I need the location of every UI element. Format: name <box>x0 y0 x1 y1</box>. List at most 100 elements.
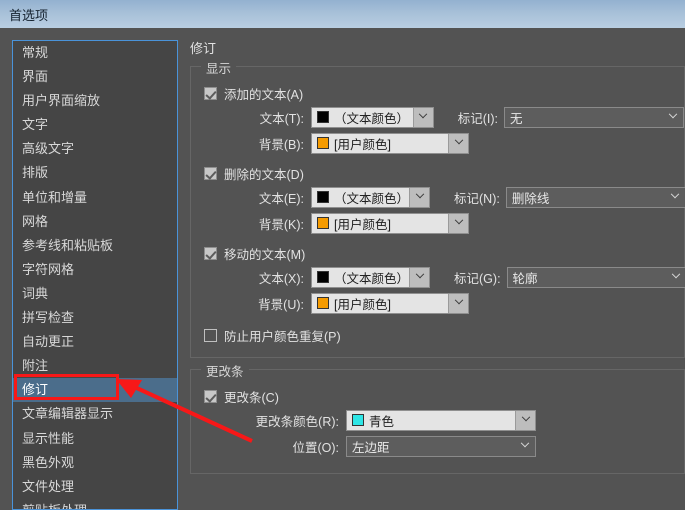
dropdown-change-bar-position-value: 左边距 <box>352 440 390 455</box>
preferences-category-list[interactable]: 常规 界面 用户界面缩放 文字 高级文字 排版 单位和增量 网格 参考线和粘贴板 字符网格 词典 拼写… <box>12 40 178 510</box>
label-added-mark: 标记(I): <box>457 111 498 126</box>
chevron-down-icon[interactable] <box>409 267 430 287</box>
chevron-down-icon[interactable] <box>666 268 685 287</box>
dropdown-moved-bg-color[interactable]: [用户颜色] <box>311 292 469 314</box>
label-deleted-mark: 标记(N): <box>454 191 500 206</box>
label-moved-bg-color: 背景(U): <box>258 297 304 312</box>
field-row-deleted-mark: 标记(N): 删除线 <box>454 186 685 208</box>
sidebar-item[interactable]: 高级文字 <box>13 137 177 161</box>
sidebar-item[interactable]: 显示性能 <box>13 427 177 451</box>
dropdown-deleted-text-color[interactable]: （文本颜色） <box>311 186 431 208</box>
sidebar-item[interactable]: 词典 <box>13 282 177 306</box>
checkbox-row-change-bar[interactable]: 更改条(C) <box>191 386 684 406</box>
group-display: 显示 添加的文本(A) 文本(T): （文本颜色） 标记(I): 无 背景(B)… <box>190 58 685 358</box>
sidebar-item[interactable]: 文章编辑器显示 <box>13 402 177 426</box>
label-change-bar-position: 位置(O): <box>292 440 339 455</box>
window-title-bar: 首选项 <box>0 0 685 28</box>
dropdown-moved-mark[interactable]: 轮廓 <box>506 266 685 288</box>
checkbox-row-added-text[interactable]: 添加的文本(A) <box>191 83 684 103</box>
field-row-deleted-bg-color: 背景(K): [用户颜色] <box>191 212 684 234</box>
dropdown-added-bg-color-value: [用户颜色] <box>334 137 391 152</box>
chevron-down-icon[interactable] <box>448 133 468 153</box>
window-title: 首选项 <box>9 8 49 23</box>
chevron-down-icon[interactable] <box>409 187 430 207</box>
chevron-down-icon[interactable] <box>515 410 535 430</box>
label-added-bg-color: 背景(B): <box>258 137 304 152</box>
dropdown-deleted-text-color-value: （文本颜色） <box>334 191 410 206</box>
swatch-deleted-bg-color <box>317 217 329 229</box>
checkbox-moved-text[interactable] <box>204 246 217 260</box>
preferences-main-panel: 修订 显示 添加的文本(A) 文本(T): （文本颜色） 标记(I): 无 背景… <box>190 38 685 510</box>
checkbox-added-text-label: 添加的文本(A) <box>224 87 304 102</box>
swatch-moved-bg-color <box>317 297 329 309</box>
checkbox-deleted-text[interactable] <box>204 166 217 180</box>
checkbox-added-text[interactable] <box>204 86 217 100</box>
checkbox-row-prevent-duplicate-colors[interactable]: 防止用户颜色重复(P) <box>191 325 684 345</box>
chevron-down-icon[interactable] <box>412 107 433 127</box>
field-row-added-bg-color: 背景(B): [用户颜色] <box>191 132 684 154</box>
dropdown-change-bar-color[interactable]: 青色 <box>346 409 536 431</box>
dropdown-change-bar-color-value: 青色 <box>369 414 395 429</box>
group-change-bar: 更改条 更改条(C) 更改条颜色(R): 青色 位置(O): 左边距 <box>190 361 685 474</box>
sidebar-item[interactable]: 参考线和粘贴板 <box>13 234 177 258</box>
field-row-moved-mark: 标记(G): 轮廓 <box>454 266 685 288</box>
page-title: 修订 <box>190 41 217 56</box>
field-row-moved-text-color: 文本(X): （文本颜色） 标记(G): 轮廓 <box>191 266 685 288</box>
sidebar-item[interactable]: 剪贴板处理 <box>13 499 177 509</box>
field-row-change-bar-position: 位置(O): 左边距 <box>191 435 684 457</box>
checkbox-moved-text-label: 移动的文本(M) <box>224 247 306 262</box>
sidebar-item[interactable]: 拼写检查 <box>13 306 177 330</box>
dropdown-deleted-mark[interactable]: 删除线 <box>505 186 685 208</box>
dropdown-moved-bg-color-value: [用户颜色] <box>334 297 391 312</box>
chevron-down-icon[interactable] <box>448 213 468 233</box>
dropdown-added-mark[interactable]: 无 <box>504 106 684 128</box>
sidebar-item[interactable]: 文字 <box>13 113 177 137</box>
label-moved-mark: 标记(G): <box>454 271 501 286</box>
sidebar-item[interactable]: 字符网格 <box>13 258 177 282</box>
group-display-legend: 显示 <box>201 58 237 77</box>
chevron-down-icon[interactable] <box>515 437 535 456</box>
label-change-bar-color: 更改条颜色(R): <box>255 414 339 429</box>
sidebar-item[interactable]: 常规 <box>13 41 177 65</box>
chevron-down-icon[interactable] <box>665 188 685 207</box>
checkbox-prevent-duplicate-colors-label: 防止用户颜色重复(P) <box>224 329 341 344</box>
dropdown-moved-text-color-value: （文本颜色） <box>334 271 410 286</box>
sidebar-item[interactable]: 用户界面缩放 <box>13 89 177 113</box>
field-row-added-mark: 标记(I): 无 <box>457 106 684 128</box>
dropdown-moved-text-color[interactable]: （文本颜色） <box>311 266 431 288</box>
label-moved-text-color: 文本(X): <box>258 271 304 286</box>
sidebar-item[interactable]: 修订 <box>13 378 177 403</box>
sidebar-item[interactable]: 文件处理 <box>13 475 177 499</box>
sidebar-item[interactable]: 自动更正 <box>13 330 177 354</box>
swatch-moved-text-color <box>317 271 329 283</box>
sidebar-item[interactable]: 黑色外观 <box>13 451 177 475</box>
chevron-down-icon[interactable] <box>448 293 468 313</box>
dropdown-added-bg-color[interactable]: [用户颜色] <box>311 132 469 154</box>
sidebar-item[interactable]: 界面 <box>13 65 177 89</box>
checkbox-prevent-duplicate-colors[interactable] <box>204 328 217 342</box>
dropdown-added-text-color-value: （文本颜色） <box>334 111 410 126</box>
dropdown-added-mark-value: 无 <box>510 111 523 126</box>
checkbox-change-bar-label: 更改条(C) <box>224 390 279 405</box>
dropdown-moved-mark-value: 轮廓 <box>512 271 538 286</box>
swatch-added-text-color <box>317 111 329 123</box>
dropdown-added-text-color[interactable]: （文本颜色） <box>311 106 434 128</box>
label-deleted-bg-color: 背景(K): <box>258 217 304 232</box>
sidebar-item[interactable]: 网格 <box>13 210 177 234</box>
label-added-text-color: 文本(T): <box>259 111 304 126</box>
dropdown-change-bar-position[interactable]: 左边距 <box>346 435 536 457</box>
sidebar-item[interactable]: 附注 <box>13 354 177 378</box>
label-deleted-text-color: 文本(E): <box>258 191 304 206</box>
checkbox-row-deleted-text[interactable]: 删除的文本(D) <box>191 163 684 183</box>
group-change-bar-legend: 更改条 <box>201 361 249 380</box>
checkbox-row-moved-text[interactable]: 移动的文本(M) <box>191 243 684 263</box>
field-row-deleted-text-color: 文本(E): （文本颜色） 标记(N): 删除线 <box>191 186 685 208</box>
sidebar-item[interactable]: 排版 <box>13 161 177 185</box>
swatch-change-bar-color <box>352 414 364 426</box>
chevron-down-icon[interactable] <box>663 108 683 127</box>
sidebar-item[interactable]: 单位和增量 <box>13 186 177 210</box>
checkbox-change-bar[interactable] <box>204 389 217 403</box>
field-row-change-bar-color: 更改条颜色(R): 青色 <box>191 409 684 431</box>
dropdown-deleted-bg-color[interactable]: [用户颜色] <box>311 212 469 234</box>
dropdown-deleted-mark-value: 删除线 <box>511 191 550 206</box>
